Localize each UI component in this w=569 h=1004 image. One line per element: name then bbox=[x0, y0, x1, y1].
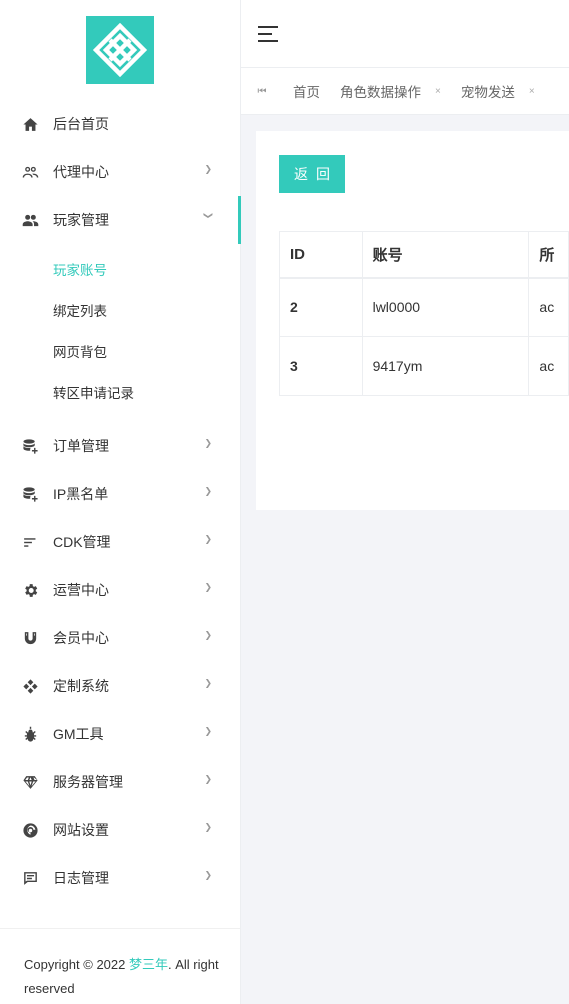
back-button[interactable]: 返回 bbox=[279, 155, 345, 193]
sidebar-item-label: 定制系统 bbox=[53, 678, 109, 694]
sidebar-item-orders[interactable]: 订单管理 ❯ bbox=[0, 422, 240, 470]
sidebar-item-server-management[interactable]: 服务器管理 ❯ bbox=[0, 758, 240, 806]
chevron-right-icon: ❯ bbox=[204, 164, 212, 174]
chevron-right-icon: ❯ bbox=[204, 870, 212, 880]
table-header-row: ID 账号 所 bbox=[279, 231, 569, 279]
copyright: Copyright © 2022 梦三年. All right reserved bbox=[0, 928, 240, 1004]
sidebar-item-players[interactable]: 玩家管理 ❯ bbox=[0, 196, 241, 244]
chevron-down-icon: ❯ bbox=[203, 211, 214, 220]
accounts-table: ID 账号 所 2 lwl0000 ac 3 9417ym ac bbox=[279, 231, 569, 396]
sidebar-item-site-settings[interactable]: 网站设置 ❯ bbox=[0, 806, 240, 854]
tab-pet-send[interactable]: 宠物发送 × bbox=[451, 81, 545, 101]
chevron-right-icon: ❯ bbox=[204, 438, 212, 448]
cell-account: 9417ym bbox=[361, 336, 530, 396]
top-header bbox=[241, 0, 569, 68]
submenu-transfer-records[interactable]: 转区申请记录 bbox=[0, 371, 240, 412]
sidebar-item-label: 日志管理 bbox=[53, 870, 109, 886]
logo-area bbox=[0, 0, 240, 100]
diamond-icon bbox=[20, 772, 40, 792]
cell-truncated: ac bbox=[528, 277, 569, 337]
sidebar-item-label: GM工具 bbox=[53, 726, 104, 742]
bug-icon bbox=[20, 724, 40, 744]
sidebar-item-label: 代理中心 bbox=[53, 164, 109, 180]
tab-label: 角色数据操作 bbox=[340, 85, 421, 100]
home-icon bbox=[20, 114, 40, 134]
submenu-web-backpack[interactable]: 网页背包 bbox=[0, 330, 240, 371]
copyright-brand-link[interactable]: 梦三年 bbox=[129, 957, 168, 972]
players-submenu: 玩家账号 绑定列表 网页背包 转区申请记录 bbox=[0, 244, 240, 422]
tab-role-data[interactable]: 角色数据操作 × bbox=[330, 81, 451, 101]
sidebar-item-cdk[interactable]: CDK管理 ❯ bbox=[0, 518, 240, 566]
cell-truncated: ac bbox=[528, 336, 569, 396]
chevron-right-icon: ❯ bbox=[204, 726, 212, 736]
close-icon[interactable]: × bbox=[435, 86, 441, 97]
column-header-account: 账号 bbox=[361, 231, 530, 279]
tab-label: 首页 bbox=[293, 85, 320, 100]
submenu-player-accounts[interactable]: 玩家账号 bbox=[0, 248, 240, 289]
sidebar-item-label: 会员中心 bbox=[53, 630, 109, 646]
sidebar-item-gm-tools[interactable]: GM工具 ❯ bbox=[0, 710, 240, 758]
sidebar-item-label: 玩家管理 bbox=[53, 212, 109, 228]
column-header-id: ID bbox=[279, 231, 363, 279]
sidebar-item-agents[interactable]: 代理中心 ❯ bbox=[0, 148, 240, 196]
magnet-icon bbox=[20, 628, 40, 648]
gamepad-icon bbox=[20, 676, 40, 696]
database-plus-icon bbox=[20, 484, 40, 504]
copyright-prefix: Copyright © 2022 bbox=[24, 957, 129, 972]
chevron-right-icon: ❯ bbox=[204, 486, 212, 496]
sort-icon bbox=[20, 532, 40, 552]
cell-id: 3 bbox=[279, 336, 363, 396]
sidebar-nav-lower: 订单管理 ❯ IP黑名单 ❯ CDK管理 ❯ 运营中心 ❯ 会员中心 ❯ 定制系… bbox=[0, 422, 240, 902]
sidebar: 后台首页 代理中心 ❯ 玩家管理 ❯ 玩家账号 绑定列表 网页背包 转区申请记录 bbox=[0, 0, 241, 1004]
message-icon bbox=[20, 868, 40, 888]
content-card: 返回 ID 账号 所 2 lwl0000 ac 3 9417ym ac bbox=[256, 131, 569, 510]
sidebar-item-logs[interactable]: 日志管理 ❯ bbox=[0, 854, 240, 902]
sidebar-item-label: CDK管理 bbox=[53, 534, 111, 550]
sidebar-item-label: IP黑名单 bbox=[53, 486, 109, 502]
sidebar-item-label: 网站设置 bbox=[53, 822, 109, 838]
close-icon[interactable]: × bbox=[529, 86, 535, 97]
sidebar-nav: 后台首页 代理中心 ❯ 玩家管理 ❯ bbox=[0, 100, 241, 244]
sidebar-item-label: 服务器管理 bbox=[53, 774, 123, 790]
submenu-bind-list[interactable]: 绑定列表 bbox=[0, 289, 240, 330]
chevron-right-icon: ❯ bbox=[204, 678, 212, 688]
menu-toggle-icon[interactable] bbox=[258, 26, 278, 42]
logo[interactable] bbox=[86, 16, 154, 84]
agents-icon bbox=[20, 162, 40, 182]
chevron-right-icon: ❯ bbox=[204, 582, 212, 592]
chevron-right-icon: ❯ bbox=[204, 774, 212, 784]
knot-logo-icon bbox=[93, 23, 147, 77]
tab-home[interactable]: 首页 bbox=[283, 81, 330, 101]
sidebar-item-label: 运营中心 bbox=[53, 582, 109, 598]
sidebar-item-custom-system[interactable]: 定制系统 ❯ bbox=[0, 662, 240, 710]
sidebar-item-operations[interactable]: 运营中心 ❯ bbox=[0, 566, 240, 614]
sidebar-item-label: 后台首页 bbox=[53, 116, 109, 132]
tab-bar: ⏮ 首页 角色数据操作 × 宠物发送 × bbox=[241, 68, 569, 115]
sidebar-item-label: 订单管理 bbox=[53, 438, 109, 454]
chevron-right-icon: ❯ bbox=[204, 822, 212, 832]
chevron-right-icon: ❯ bbox=[204, 534, 212, 544]
sidebar-item-ip-blacklist[interactable]: IP黑名单 ❯ bbox=[0, 470, 240, 518]
tab-label: 宠物发送 bbox=[460, 85, 515, 100]
table-row: 3 9417ym ac bbox=[279, 336, 569, 396]
users-icon bbox=[20, 210, 40, 230]
table-row: 2 lwl0000 ac bbox=[279, 277, 569, 337]
cell-id: 2 bbox=[279, 277, 363, 337]
cell-account: lwl0000 bbox=[361, 277, 530, 337]
sidebar-item-home[interactable]: 后台首页 bbox=[0, 100, 240, 148]
chevron-right-icon: ❯ bbox=[204, 630, 212, 640]
sidebar-item-members[interactable]: 会员中心 ❯ bbox=[0, 614, 240, 662]
web-icon bbox=[20, 820, 40, 840]
tabs-scroll-left-icon[interactable]: ⏮ bbox=[241, 86, 283, 97]
database-plus-icon bbox=[20, 436, 40, 456]
column-header-truncated: 所 bbox=[528, 231, 569, 279]
gear-icon bbox=[20, 580, 40, 600]
